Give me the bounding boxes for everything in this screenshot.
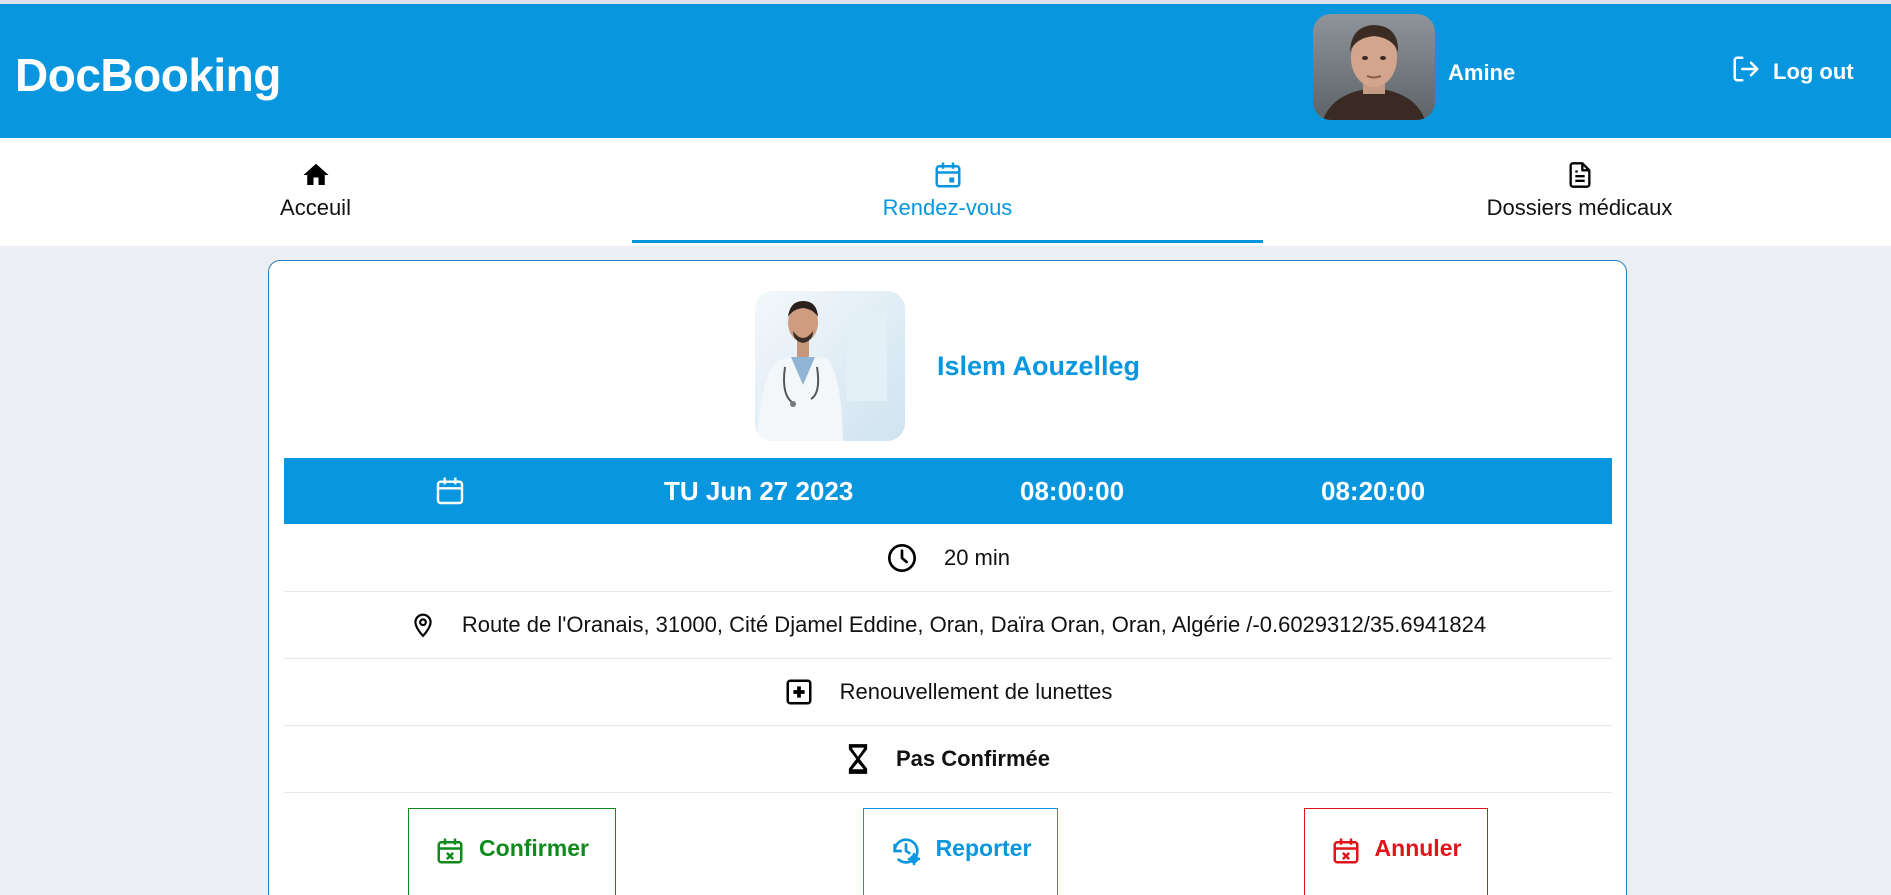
medical-plus-icon <box>784 677 814 707</box>
history-settings-icon <box>890 835 922 873</box>
tab-dossiers-medicaux[interactable]: Dossiers médicaux <box>1264 138 1891 246</box>
tab-label: Acceuil <box>280 195 351 220</box>
status-text: Pas Confirmée <box>895 746 1051 771</box>
appointment-start-time: 08:00:00 <box>1020 475 1125 506</box>
reason-row: Renouvellement de lunettes <box>284 659 1612 726</box>
location-pin-icon <box>410 609 436 641</box>
logout-button[interactable]: Log out <box>1731 54 1854 90</box>
tab-label: Rendez-vous <box>882 195 1013 220</box>
confirm-label: Confirmer <box>479 835 589 861</box>
file-icon <box>1566 158 1594 192</box>
app-logo[interactable]: DocBooking <box>15 48 281 102</box>
hourglass-icon <box>846 743 870 775</box>
calendar-icon <box>434 458 466 524</box>
tab-label: Dossiers médicaux <box>1486 195 1673 220</box>
app-header: DocBooking Amine Log out <box>0 4 1891 138</box>
appointment-card: Islem Aouzelleg TU Jun 27 2023 08:00:00 … <box>268 260 1627 895</box>
status-row: Pas Confirmée <box>284 726 1612 793</box>
clock-icon <box>886 542 918 574</box>
reschedule-button[interactable]: Reporter <box>863 808 1058 895</box>
appointment-date-band: TU Jun 27 2023 08:00:00 08:20:00 <box>284 458 1612 524</box>
duration-text: 20 min <box>943 545 1011 570</box>
doctor-photo <box>755 291 905 441</box>
appointment-date: TU Jun 27 2023 <box>664 475 854 506</box>
main-tabs: Acceuil Rendez-vous Dossiers médicaux <box>0 138 1891 246</box>
cancel-label: Annuler <box>1374 835 1462 861</box>
tab-rendez-vous[interactable]: Rendez-vous <box>632 138 1263 246</box>
calendar-x-icon <box>1331 835 1361 873</box>
user-name: Amine <box>1448 60 1516 85</box>
home-icon <box>301 158 331 192</box>
appointment-end-time: 08:20:00 <box>1321 475 1426 506</box>
doctor-name: Islem Aouzelleg <box>937 351 1141 381</box>
address-row: Route de l'Oranais, 31000, Cité Djamel E… <box>284 592 1612 659</box>
user-avatar[interactable] <box>1313 14 1435 120</box>
calendar-x-icon <box>435 835 465 873</box>
logout-label: Log out <box>1773 59 1854 84</box>
duration-row: 20 min <box>284 525 1612 592</box>
logout-icon <box>1731 54 1761 90</box>
calendar-icon <box>933 158 963 192</box>
cancel-button[interactable]: Annuler <box>1304 808 1488 895</box>
tab-acceuil[interactable]: Acceuil <box>0 138 631 246</box>
confirm-button[interactable]: Confirmer <box>408 808 616 895</box>
reason-text: Renouvellement de lunettes <box>839 679 1113 704</box>
address-text: Route de l'Oranais, 31000, Cité Djamel E… <box>461 612 1487 637</box>
report-label: Reporter <box>935 835 1032 861</box>
